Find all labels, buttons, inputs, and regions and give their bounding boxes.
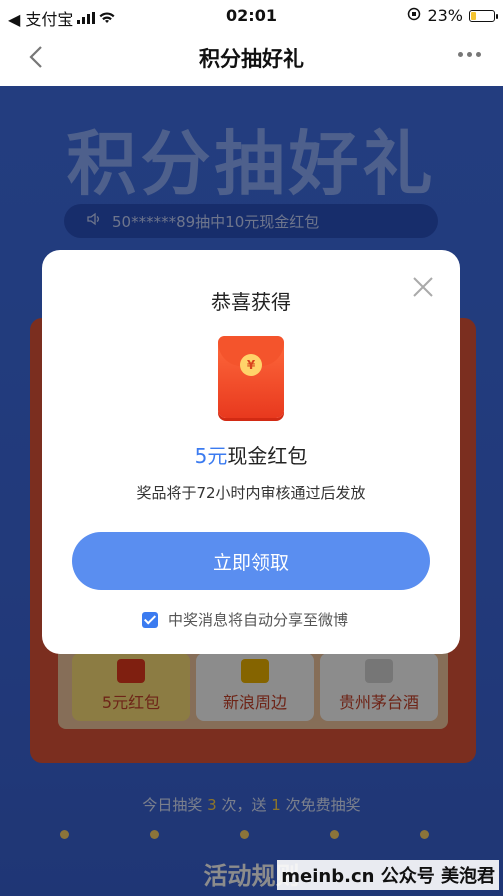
share-label: 中奖消息将自动分享至微博 xyxy=(168,611,349,629)
watermark: meinb.cn 公众号 美泡君 xyxy=(277,860,499,890)
more-icon[interactable] xyxy=(458,52,481,57)
battery-icon xyxy=(469,9,498,22)
orientation-lock-icon xyxy=(407,6,421,25)
nav-bar: 积分抽好礼 xyxy=(0,30,503,86)
page-title: 积分抽好礼 xyxy=(199,47,304,71)
prize-name: 现金红包 xyxy=(227,444,308,468)
back-icon[interactable] xyxy=(22,42,52,72)
modal-title: 恭喜获得 xyxy=(211,290,291,314)
prize-amount: 5元 xyxy=(194,444,228,468)
status-right: 23% xyxy=(407,6,498,25)
status-bar: ◀ 支付宝 02:01 23% xyxy=(0,0,503,30)
claim-button[interactable]: 立即领取 xyxy=(72,532,430,590)
share-option[interactable]: 中奖消息将自动分享至微博 xyxy=(142,609,348,630)
share-checkbox[interactable] xyxy=(142,611,158,628)
red-envelope-icon: ¥ xyxy=(218,336,284,418)
battery-percent: 23% xyxy=(427,6,463,25)
prize-modal: 恭喜获得 ¥ 5元现金红包 奖品将于72小时内审核通过后发放 立即领取 中奖消息… xyxy=(42,250,460,654)
prize-line: 5元现金红包 xyxy=(42,440,460,469)
prize-note: 奖品将于72小时内审核通过后发放 xyxy=(136,484,366,502)
